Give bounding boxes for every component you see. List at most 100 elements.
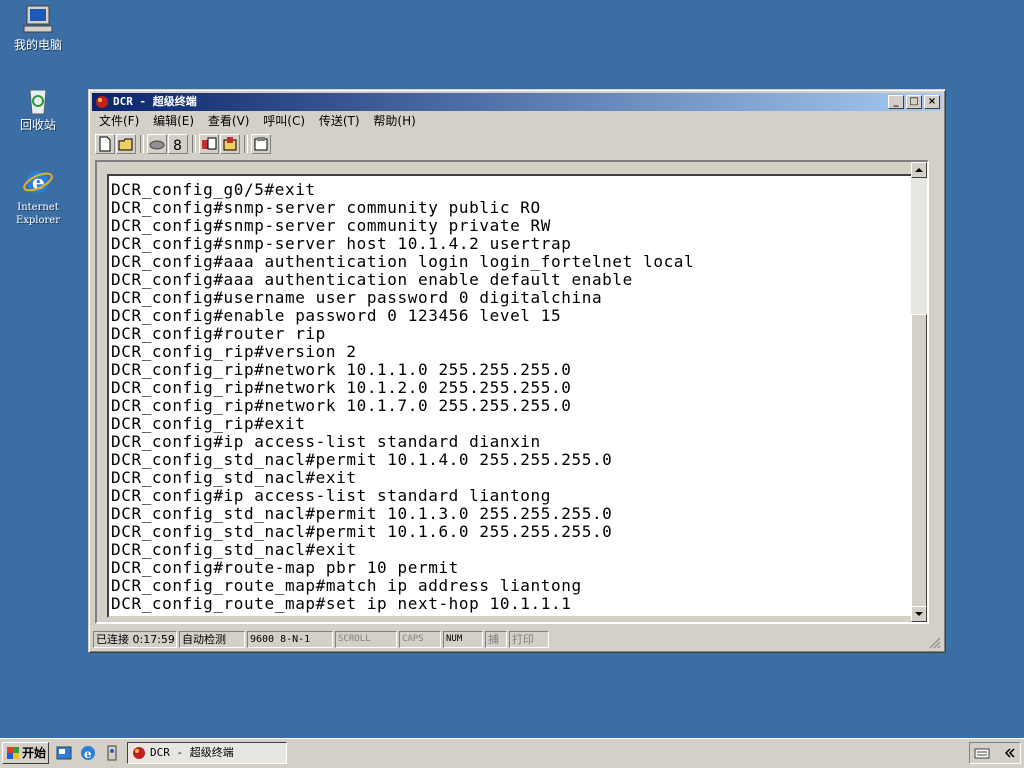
phone-icon <box>149 140 165 150</box>
status-caps: CAPS <box>399 631 441 648</box>
menu-edit[interactable]: 编辑(E) <box>149 112 198 130</box>
scroll-up-button[interactable] <box>911 162 927 178</box>
desktop-icon-internet-explorer[interactable]: e Internet Explorer <box>0 166 76 227</box>
status-detect: 自动检测 <box>179 631 245 648</box>
terminal-line: DCR_config#enable password 0 123456 leve… <box>111 306 562 325</box>
send-icon <box>202 137 217 150</box>
terminal-line: DCR_config_rip#network 10.1.1.0 255.255.… <box>111 360 572 379</box>
new-icon <box>99 136 111 152</box>
send-button[interactable] <box>199 134 219 154</box>
menu-help[interactable]: 帮助(H) <box>369 112 419 130</box>
toolbar-separator <box>244 135 248 153</box>
disconnect-button[interactable]: 8 <box>168 134 188 154</box>
toolbar: 8 <box>93 133 941 157</box>
title-bar[interactable]: DCR - 超级终端 _ □ × <box>92 93 942 111</box>
terminal-line: DCR_config_g0/5#exit <box>111 180 316 199</box>
terminal-screen[interactable]: DCR_config_g0/5#exit DCR_config#snmp-serv… <box>107 174 913 618</box>
terminal-line: DCR_config_std_nacl#exit <box>111 540 357 559</box>
terminal-line: DCR_config#aaa authentication enable def… <box>111 270 633 289</box>
menu-file[interactable]: 文件(F) <box>95 112 143 130</box>
terminal-line: DCR_config_std_nacl#exit <box>111 468 357 487</box>
terminal-line: DCR_config_route_map#match ip address li… <box>111 576 582 595</box>
svg-text:8: 8 <box>173 138 182 152</box>
terminal-pane: DCR_config_g0/5#exit DCR_config#snmp-serv… <box>95 160 929 624</box>
open-button[interactable] <box>116 134 136 154</box>
terminal-line: DCR_config_route_map#set ip next-hop 10.… <box>111 594 572 613</box>
window-title: DCR - 超级终端 <box>113 95 197 108</box>
properties-icon <box>254 137 268 151</box>
chevron-icon[interactable] <box>1002 746 1016 760</box>
menu-call[interactable]: 呼叫(C) <box>259 112 309 130</box>
hyperterminal-app-icon <box>96 96 108 108</box>
menu-transfer[interactable]: 传送(T) <box>315 112 364 130</box>
menu-view[interactable]: 查看(V) <box>204 112 254 130</box>
terminal-line: DCR_config_rip#network 10.1.7.0 255.255.… <box>111 396 572 415</box>
terminal-line: DCR_config#aaa authentication login logi… <box>111 252 695 271</box>
desktop-icon-label-line2: Explorer <box>15 215 61 226</box>
start-button[interactable]: 开始 <box>2 742 49 764</box>
hyperterminal-app-icon <box>133 747 145 759</box>
terminal-line: DCR_config#snmp-server community private… <box>111 216 552 235</box>
status-bar: 已连接 0:17:59 自动检测 9600 8-N-1 SCROLL CAPS … <box>93 630 941 649</box>
my-computer-icon <box>21 4 55 36</box>
show-desktop-icon[interactable] <box>55 744 73 762</box>
internet-explorer-icon: e <box>21 166 55 198</box>
call-button[interactable] <box>147 134 167 154</box>
recycle-bin-icon <box>21 84 55 116</box>
status-baud: 9600 8-N-1 <box>247 631 333 648</box>
terminal-line: DCR_config_rip#exit <box>111 414 306 433</box>
desktop-icon-label: 回收站 <box>19 118 56 132</box>
taskbar-button-label: DCR - 超级终端 <box>150 746 234 759</box>
status-num: NUM <box>443 631 483 648</box>
open-icon <box>118 138 133 151</box>
terminal-line: DCR_config#route-map pbr 10 permit <box>111 558 459 577</box>
maximize-button[interactable]: □ <box>906 95 922 109</box>
terminal-line: DCR_config#username user password 0 digi… <box>111 288 603 307</box>
taskbar-button-hyperterminal[interactable]: DCR - 超级终端 <box>127 742 287 764</box>
status-connection: 已连接 0:17:59 <box>93 631 177 648</box>
keyboard-icon[interactable] <box>974 746 990 760</box>
resize-grip-icon[interactable] <box>929 637 941 649</box>
terminal-line: DCR_config_rip#network 10.1.2.0 255.255.… <box>111 378 572 397</box>
windows-flag-icon <box>7 747 19 759</box>
system-icon[interactable] <box>103 744 121 762</box>
hyperterminal-window: DCR - 超级终端 _ □ × 文件(F) 编辑(E) 查看(V) 呼叫(C)… <box>88 89 946 653</box>
new-button[interactable] <box>95 134 115 154</box>
terminal-line: DCR_config#snmp-server host 10.1.4.2 use… <box>111 234 572 253</box>
internet-explorer-icon[interactable]: e <box>79 744 97 762</box>
desktop-icon-my-computer[interactable]: 我的电脑 <box>0 4 76 52</box>
terminal-line: DCR_config#ip access-list standard liant… <box>111 486 552 505</box>
menu-bar: 文件(F) 编辑(E) 查看(V) 呼叫(C) 传送(T) 帮助(H) <box>95 112 939 130</box>
arrow-up-icon <box>915 168 923 172</box>
terminal-line: DCR_config#ip access-list standard dianx… <box>111 432 541 451</box>
terminal-line: DCR_config_std_nacl#permit 10.1.6.0 255.… <box>111 522 613 541</box>
status-scroll: SCROLL <box>335 631 397 648</box>
scroll-down-button[interactable] <box>911 606 927 622</box>
toolbar-separator <box>192 135 196 153</box>
terminal-line: DCR_config_std_nacl#permit 10.1.4.0 255.… <box>111 450 613 469</box>
status-print: 打印 <box>509 631 549 648</box>
properties-button[interactable] <box>251 134 271 154</box>
start-label: 开始 <box>22 746 47 760</box>
vertical-scrollbar[interactable] <box>911 162 927 622</box>
system-tray <box>969 742 1021 764</box>
scroll-thumb[interactable] <box>911 314 927 608</box>
status-capture: 捕 <box>485 631 507 648</box>
desktop-icon-recycle-bin[interactable]: 回收站 <box>0 84 76 132</box>
terminal-line: DCR_config_std_nacl#permit 10.1.3.0 255.… <box>111 504 613 523</box>
close-button[interactable]: × <box>924 95 940 109</box>
disconnect-icon: 8 <box>173 138 182 152</box>
minimize-button[interactable]: _ <box>888 95 904 109</box>
terminal-line: DCR_config#snmp-server community public … <box>111 198 541 217</box>
arrow-down-icon <box>915 612 923 616</box>
toolbar-separator <box>140 135 144 153</box>
desktop-icon-label-line1: Internet <box>17 202 59 213</box>
svg-text:e: e <box>84 747 92 761</box>
taskbar: 开始 e DCR - 超级终端 <box>0 738 1024 768</box>
receive-icon <box>223 137 237 151</box>
desktop-icon-label: 我的电脑 <box>13 38 62 52</box>
receive-button[interactable] <box>220 134 240 154</box>
terminal-line: DCR_config_rip#version 2 <box>111 342 357 361</box>
terminal-line: DCR_config#router rip <box>111 324 326 343</box>
terminal-output: DCR_config_g0/5#exit DCR_config#snmp-serv… <box>111 181 694 613</box>
